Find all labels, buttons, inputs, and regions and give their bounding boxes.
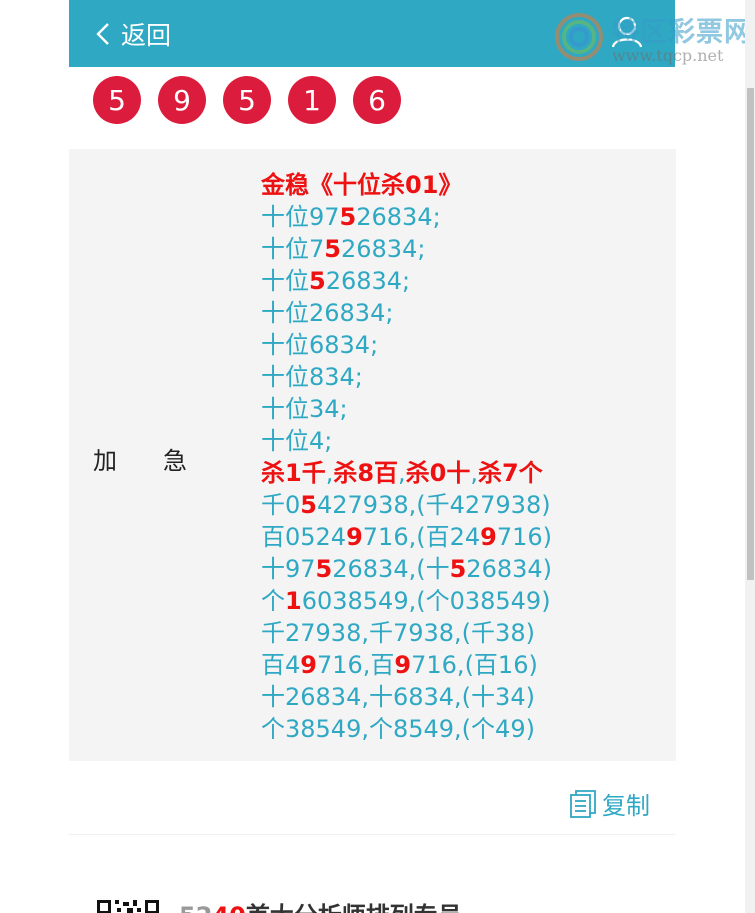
highlight-text: 金稳《十位杀01》 [261, 171, 463, 199]
prediction-line: 十位834; [261, 361, 552, 393]
watermark-logo: 特区彩票网 www.tqcp.net [554, 10, 754, 70]
ball-3: 5 [223, 76, 271, 124]
copy-icon [570, 789, 596, 818]
line-text: 十位4; [261, 427, 333, 455]
line-text: 十97 [261, 555, 316, 583]
copy-label: 复制 [602, 792, 650, 820]
prediction-lines: 金稳《十位杀01》 十位97526834; 十位7526834; 十位526834; 十… [261, 169, 552, 745]
qr-code-icon [95, 898, 161, 913]
ball-2: 9 [158, 76, 206, 124]
prediction-line: 十位6834; [261, 329, 552, 361]
prediction-line: 十位97526834; [261, 201, 552, 233]
line-text: 十位834; [261, 363, 363, 391]
line-text: , [470, 459, 479, 487]
urgent-char-1: 加 [93, 447, 117, 475]
scrollbar-thumb[interactable] [747, 88, 754, 580]
line-text: 十位97 [261, 203, 340, 231]
line-text: 十位 [261, 267, 309, 295]
result-balls: 5 9 5 1 6 [93, 76, 418, 124]
prediction-line: 十位26834; [261, 297, 552, 329]
highlight-text: 9 [300, 651, 317, 679]
line-text: 26834,(十 [332, 555, 450, 583]
line-text: 十位34; [261, 395, 348, 423]
highlight-text: 9 [346, 523, 363, 551]
highlight-text: 5 [449, 555, 467, 583]
line-text: 十位7 [261, 235, 325, 263]
back-label: 返回 [121, 20, 172, 50]
highlight-text: 5 [315, 555, 333, 583]
content-panel: 加 急 金稳《十位杀01》 十位97526834; 十位7526834; 十位5268… [69, 149, 676, 761]
watermark-name: 特区彩票网 [612, 17, 752, 48]
prediction-line: 十位7526834; [261, 233, 552, 265]
line-text: 716,(百24 [362, 523, 481, 551]
page: 返回 特区彩票网 www.tqcp.net 5 9 5 1 6 加 急 金稳《十… [0, 0, 755, 913]
prediction-line: 百05249716,(百249716) [261, 521, 552, 553]
highlight-text: 5 [339, 203, 357, 231]
line-text: 26834) [466, 555, 553, 583]
line-text: 百4 [261, 651, 301, 679]
highlight-text: 9 [480, 523, 497, 551]
highlight-text: 杀1千 [261, 459, 326, 487]
prediction-line: 杀1千,杀8百,杀0十,杀7个 [261, 457, 552, 489]
highlight-text: 杀7个 [478, 459, 543, 487]
highlight-text: 杀8百 [333, 459, 399, 487]
prediction-line: 个16038549,(个038549) [261, 585, 552, 617]
line-text: 十位6834; [261, 331, 379, 359]
prediction-title: 金稳《十位杀01》 [261, 169, 552, 201]
chevron-left-icon [96, 22, 109, 45]
next-item-num-a: 52 [179, 902, 212, 913]
line-text: 716,百 [316, 651, 395, 679]
highlight-text: 5 [324, 235, 341, 263]
line-text: 千0 [261, 491, 301, 519]
prediction-line: 千05427938,(千427938) [261, 489, 552, 521]
urgent-char-2: 急 [163, 447, 187, 475]
line-text: 6038549,(个038549) [301, 587, 551, 615]
highlight-text: 5 [309, 267, 326, 295]
ball-5: 6 [353, 76, 401, 124]
line-text: 百0524 [261, 523, 347, 551]
ball-1: 5 [93, 76, 141, 124]
divider [69, 834, 675, 835]
logo-icon [555, 13, 603, 61]
prediction-line: 十26834,十6834,(十34) [261, 681, 552, 713]
watermark-url: www.tqcp.net [612, 46, 724, 65]
line-text: 716) [496, 523, 552, 551]
next-item-num-b: 40 [212, 902, 245, 913]
prediction-line: 十位526834; [261, 265, 552, 297]
line-text: , [398, 459, 406, 487]
back-button[interactable]: 返回 [95, 16, 171, 52]
line-text: 个 [261, 587, 285, 615]
line-text: 26834; [325, 267, 411, 295]
next-item-text: 首大分析师排列专员 [246, 902, 462, 913]
line-text: 26834; [356, 203, 441, 231]
prediction-line: 十位34; [261, 393, 552, 425]
line-text: 千27938,千7938,(千38) [261, 619, 535, 647]
line-text: 个38549,个8549,(个49) [261, 715, 535, 743]
highlight-text: 9 [394, 651, 412, 679]
highlight-text: 1 [285, 587, 302, 615]
prediction-line: 十位4; [261, 425, 552, 457]
copy-button[interactable]: 复制 [568, 786, 650, 821]
highlight-text: 5 [300, 491, 317, 519]
next-item-partial[interactable]: 5240首大分析师排列专员 [95, 898, 462, 913]
line-text: 十位26834; [261, 299, 394, 327]
urgent-label: 加 急 [93, 441, 187, 476]
line-text: 716,(百16) [411, 651, 538, 679]
line-text: 427938,(千427938) [316, 491, 551, 519]
prediction-line: 十97526834,(十526834) [261, 553, 552, 585]
highlight-text: 杀0十 [405, 459, 471, 487]
line-text: 十26834,十6834,(十34) [261, 683, 535, 711]
prediction-line: 个38549,个8549,(个49) [261, 713, 552, 745]
line-text: 26834; [340, 235, 426, 263]
prediction-line: 千27938,千7938,(千38) [261, 617, 552, 649]
next-item-title: 5240首大分析师排列专员 [179, 898, 462, 913]
prediction-line: 百49716,百9716,(百16) [261, 649, 552, 681]
ball-4: 1 [288, 76, 336, 124]
